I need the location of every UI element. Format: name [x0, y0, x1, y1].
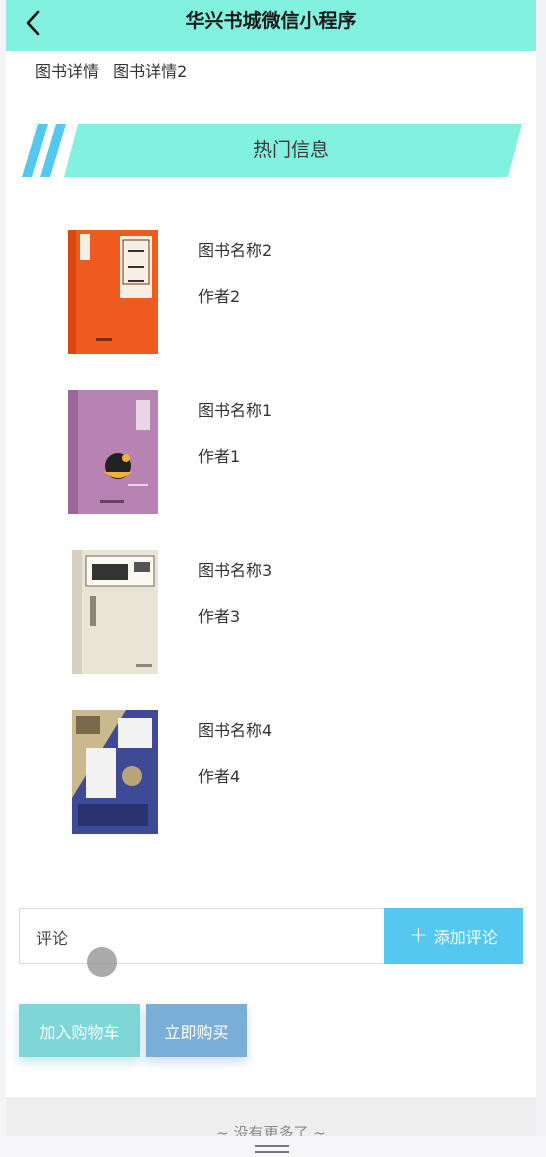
add-comment-button[interactable]: + 添加评论 [384, 908, 523, 964]
buy-now-button[interactable]: 立即购买 [146, 1004, 247, 1057]
book-cover-orange [68, 230, 158, 354]
book-author: 作者2 [198, 287, 241, 306]
section-title: 热门信息 [252, 139, 329, 161]
comment-input[interactable]: 评论 [19, 908, 385, 964]
book-name: 图书名称2 [198, 241, 273, 260]
book-name: 图书名称4 [198, 721, 273, 740]
tab-book-detail[interactable]: 图书详情 [35, 62, 99, 81]
book-cover-blue [72, 710, 158, 834]
book-item[interactable]: 图书名称4 作者4 [6, 700, 536, 834]
page-title: 华兴书城微信小程序 [185, 10, 357, 32]
book-item[interactable]: 图书名称3 作者3 [6, 540, 536, 674]
book-name: 图书名称1 [198, 401, 273, 420]
tab-bar: 图书详情 图书详情2 [35, 58, 196, 82]
book-cover-beige [72, 550, 158, 674]
add-to-cart-button[interactable]: 加入购物车 [19, 1004, 140, 1057]
book-author: 作者1 [198, 447, 241, 466]
add-comment-label: 添加评论 [433, 928, 498, 947]
page: 华兴书城微信小程序 图书详情 图书详情2 热门信息 图书名称2 作者2 图书名称… [6, 0, 536, 1157]
book-name: 图书名称3 [198, 561, 273, 580]
plus-icon: + [409, 923, 428, 948]
book-author: 作者3 [198, 607, 241, 626]
book-item[interactable]: 图书名称1 作者1 [6, 380, 536, 514]
book-item[interactable]: 图书名称2 作者2 [6, 220, 536, 354]
section-banner: 热门信息 [22, 124, 522, 177]
tab-book-detail-2[interactable]: 图书详情2 [113, 62, 187, 81]
home-indicator-icon[interactable] [255, 1145, 289, 1154]
book-cover-purple [68, 390, 158, 514]
book-author: 作者4 [198, 767, 241, 786]
navbar: 华兴书城微信小程序 [6, 0, 536, 51]
touch-indicator [87, 947, 117, 977]
